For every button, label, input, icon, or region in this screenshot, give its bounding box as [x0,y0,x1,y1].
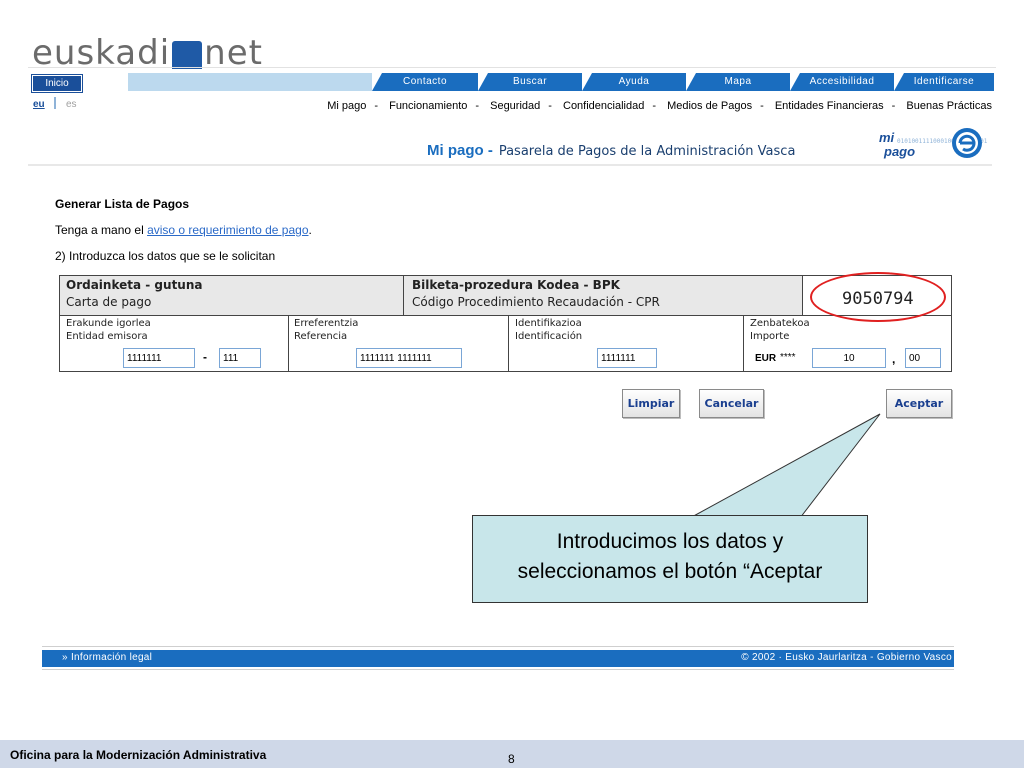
link-separator: - [374,100,379,112]
header-divider [28,67,996,68]
form-col-divider [743,316,744,371]
instruction-1-prefix: Tenga a mano el [55,223,148,237]
annotation-callout: Introducimos los datos y seleccionamos e… [472,515,868,603]
amount-decimal-input[interactable]: 00 [905,348,941,368]
nav-tab-mapa[interactable]: Mapa [686,73,790,91]
logo-text-euskadi: euskadi [32,33,171,73]
logo-square-icon [172,41,203,69]
amount-label-es: Importe [750,331,790,342]
doc-type-label-es: Carta de pago [66,295,152,309]
identification-input[interactable]: 1111111 [597,348,657,368]
footer-divider [42,669,954,670]
callout-line-1: Introducimos los datos y [556,530,784,553]
link-separator: - [760,100,764,112]
footer-divider [42,646,954,647]
page-title-prefix: Mi pago - [427,142,493,159]
link-confidencialidad[interactable]: Confidencialidad [563,100,644,112]
callout-pointer [690,413,881,519]
nav-tab-ayuda[interactable]: Ayuda [582,73,686,91]
logo-text-net: net [204,33,263,73]
reference-label-eu: Erreferentzia [294,318,359,329]
nav-tab-buscar[interactable]: Buscar [478,73,582,91]
entity-label-es: Entidad emisora [66,331,148,342]
nav-spacer [128,73,372,91]
top-links-bar: Mi pago - Funcionamiento - Seguridad - Conf… [327,100,992,112]
identification-label-es: Identificación [515,331,583,342]
amount-label-eu: Zenbatekoa [750,318,810,329]
subheader-divider [28,164,992,166]
instruction-line-2: 2) Introduzca los datos que se le solici… [55,249,276,263]
clear-button[interactable]: Limpiar [622,389,680,418]
amount-comma: , [892,352,896,366]
accept-button[interactable]: Aceptar [886,389,952,418]
form-row-divider [60,315,951,316]
cpr-label-eu: Bilketa-prozedura Kodea - BPK [412,278,620,292]
nav-inicio-button[interactable]: Inicio [31,74,83,93]
entity-suffix-input[interactable]: 111 [219,348,261,368]
link-seguridad[interactable]: Seguridad [490,100,540,112]
instruction-line-1: Tenga a mano el aviso o requerimiento de… [55,223,312,237]
mipago-logo-pago: pago [884,144,916,159]
doc-type-label-eu: Ordainketa - gutuna [66,278,203,292]
mipago-logo-mi: mi [879,130,895,145]
form-col-divider [508,316,509,371]
page-number: 8 [508,752,515,766]
aviso-link[interactable]: aviso o requerimiento de pago [147,223,308,237]
reference-input[interactable]: 1111111 1111111 [356,348,462,368]
nav-tab-accesibilidad[interactable]: Accesibilidad [790,73,894,91]
link-separator: - [891,100,896,112]
callout-line-2: seleccionamos el botón “Aceptar [517,560,823,583]
amount-integer-input[interactable]: 10 [812,348,886,368]
nav-tab-contacto[interactable]: Contacto [372,73,478,91]
lang-separator [54,97,56,109]
nav-tab-identificarse[interactable]: Identificarse [894,73,994,91]
link-mi-pago[interactable]: Mi pago [327,100,366,112]
legal-info-link[interactable]: » Información legal [62,652,152,663]
link-separator: - [652,100,657,112]
instruction-1-suffix: . [308,223,312,237]
entity-dash: - [203,350,207,364]
page-title: Mi pago - Pasarela de Pagos de la Adminis… [427,142,795,159]
copyright-text: © 2002 · Eusko Jaurlaritza - Gobierno Va… [741,652,952,663]
link-funcionamiento[interactable]: Funcionamiento [389,100,467,112]
office-name: Oficina para la Modernización Administra… [10,748,267,762]
link-separator: - [548,100,552,112]
identification-label-eu: Identifikazioa [515,318,582,329]
reference-label-es: Referencia [294,331,348,342]
section-heading: Generar Lista de Pagos [55,197,190,211]
cpr-highlight-ellipse [810,272,946,322]
entity-label-eu: Erakunde igorlea [66,318,151,329]
lang-eu-link[interactable]: eu [33,99,45,110]
link-medios-de-pagos[interactable]: Medios de Pagos [667,100,752,112]
mipago-e-logo-icon [952,128,982,158]
link-buenas-practicas[interactable]: Buenas Prácticas [906,100,992,112]
entity-code-input[interactable]: 1111111 [123,348,195,368]
lang-es-link[interactable]: es [66,99,77,110]
cpr-label-es: Código Procedimiento Recaudación - CPR [412,295,660,309]
amount-stars: **** [780,352,796,363]
link-separator: - [475,100,480,112]
form-col-divider [288,316,289,371]
page-title-text: Pasarela de Pagos de la Administración V… [498,144,796,159]
currency-label: EUR [755,353,777,364]
link-entidades-financieras[interactable]: Entidades Financieras [775,100,884,112]
euskadi-net-logo[interactable]: euskadi net [32,30,263,76]
